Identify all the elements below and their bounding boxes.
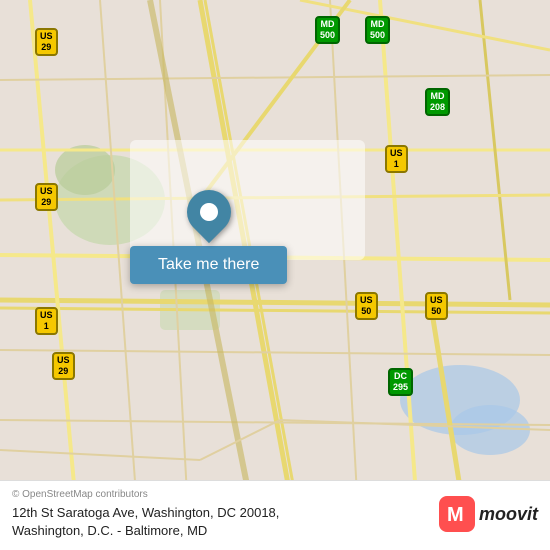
bottom-left: © OpenStreetMap contributors 12th St Sar… — [12, 489, 279, 540]
road-sign-md208: MD208 — [425, 88, 450, 116]
bottom-bar: © OpenStreetMap contributors 12th St Sar… — [0, 480, 550, 550]
road-sign-md500-top: MD500 — [365, 16, 390, 44]
road-sign-us1-right: US1 — [385, 145, 408, 173]
road-sign-us50-right: US50 — [425, 292, 448, 320]
moovit-icon: M — [439, 496, 475, 532]
svg-text:M: M — [447, 504, 464, 526]
moovit-label: moovit — [479, 504, 538, 525]
map-container: US29 MD500 MD500 MD208 US1 US29 US1 US50… — [0, 0, 550, 550]
take-me-there-button[interactable]: Take me there — [130, 246, 287, 284]
location-pin — [178, 181, 240, 243]
road-sign-us29-mid: US29 — [35, 183, 58, 211]
road-sign-us29-top: US29 — [35, 28, 58, 56]
road-sign-dc295: DC295 — [388, 368, 413, 396]
address-line1: 12th St Saratoga Ave, Washington, DC 200… — [12, 505, 279, 520]
button-container: Take me there — [130, 190, 287, 284]
address-text: 12th St Saratoga Ave, Washington, DC 200… — [12, 504, 279, 540]
road-sign-us50-left: US50 — [355, 292, 378, 320]
road-sign-us1-bottom: US1 — [35, 307, 58, 335]
moovit-logo: M moovit — [439, 496, 538, 532]
moovit-m-icon: M — [445, 502, 469, 526]
road-sign-md500-mid: MD500 — [315, 16, 340, 44]
copyright-text: © OpenStreetMap contributors — [12, 489, 279, 500]
address-line2: Washington, D.C. - Baltimore, MD — [12, 523, 207, 538]
road-sign-us29-bottom: US29 — [52, 352, 75, 380]
